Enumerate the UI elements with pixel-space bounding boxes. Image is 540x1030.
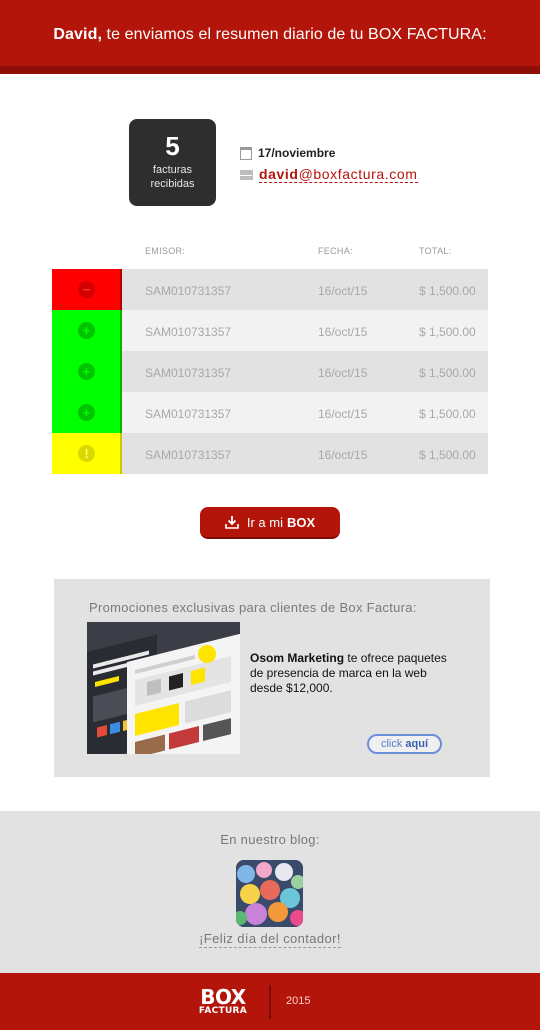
table-row[interactable]: + SAM010731357 16/oct/15 $ 1,500.00 [52,351,488,392]
calendar-icon [240,146,252,160]
go-to-box-label-bold: BOX [286,514,316,530]
row-cells: SAM010731357 16/oct/15 $ 1,500.00 [122,310,488,351]
valid-status-icon: + [78,322,95,339]
footer-bar: BOX FACTURA 2015 [0,973,540,1030]
promo-image[interactable] [87,622,240,754]
column-header-total: TOTAL: [419,246,452,256]
table-row[interactable]: − SAM010731357 16/oct/15 $ 1,500.00 [52,269,488,310]
cupcakes-image [236,860,303,927]
blog-thumbnail[interactable] [236,860,303,927]
status-cell: ! [52,433,122,474]
cell-fecha: 16/oct/15 [318,325,368,339]
promo-section: Promociones exclusivas para clientes de … [54,579,490,777]
cell-emisor: SAM010731357 [145,284,232,298]
recipient-name: David, [53,26,102,43]
cell-fecha: 16/oct/15 [318,284,368,298]
header-shadow [0,66,540,74]
promo-title: Promociones exclusivas para clientes de … [89,600,417,615]
status-cell: + [52,310,122,351]
go-to-box-button[interactable]: Ir a mi BOX [200,507,340,539]
status-cell: + [52,351,122,392]
cell-emisor: SAM010731357 [145,366,232,380]
promo-link-bold: aquí [405,738,429,750]
summary-email: david@boxfactura.com [240,166,418,183]
cell-fecha: 16/oct/15 [318,366,368,380]
rejected-status-icon: − [78,281,95,298]
header-message-text: te enviamos el resumen diario de tu BOX … [102,26,487,43]
email-user: david [259,166,299,182]
summary-date: 17/noviembre [240,146,335,160]
header-message: David, te enviamos el resumen diario de … [0,26,540,44]
cell-emisor: SAM010731357 [145,325,232,339]
warning-status-icon: ! [78,445,95,462]
status-cell: − [52,269,122,310]
download-icon [225,516,239,529]
promo-brand: Osom Marketing [250,651,345,665]
blog-post-link[interactable]: ¡Feliz día del contador! [0,931,540,948]
promo-mockup-image [87,622,240,754]
cell-total: $ 1,500.00 [419,407,476,421]
table-row[interactable]: + SAM010731357 16/oct/15 $ 1,500.00 [52,392,488,433]
blog-title: En nuestro blog: [220,832,320,847]
cell-total: $ 1,500.00 [419,284,476,298]
column-header-emisor: EMISOR: [145,246,186,256]
row-cells: SAM010731357 16/oct/15 $ 1,500.00 [122,433,488,474]
cell-fecha: 16/oct/15 [318,407,368,421]
blog-post-title: ¡Feliz día del contador! [199,931,341,948]
logo-box-text: BOX [200,985,246,1009]
cell-emisor: SAM010731357 [145,407,232,421]
row-cells: SAM010731357 16/oct/15 $ 1,500.00 [122,392,488,433]
column-header-fecha: FECHA: [318,246,353,256]
header-bar: David, te enviamos el resumen diario de … [0,0,540,74]
valid-status-icon: + [78,363,95,380]
cell-total: $ 1,500.00 [419,325,476,339]
invoice-count-label-line1: facturas [152,164,193,176]
cell-total: $ 1,500.00 [419,448,476,462]
valid-status-icon: + [78,404,95,421]
blog-section: En nuestro blog: ¡Feliz día del contador… [0,811,540,973]
invoice-count-tile: 5 facturas recibidas [129,119,216,206]
row-cells: SAM010731357 16/oct/15 $ 1,500.00 [122,351,488,392]
cell-fecha: 16/oct/15 [318,448,368,462]
cell-emisor: SAM010731357 [145,448,232,462]
cell-total: $ 1,500.00 [419,366,476,380]
logo-factura-text: FACTURA [198,1006,248,1016]
summary-date-text: 17/noviembre [258,146,336,160]
envelope-icon [240,169,253,180]
box-factura-logo[interactable]: BOX FACTURA [195,987,251,1016]
table-row[interactable]: ! SAM010731357 16/oct/15 $ 1,500.00 [52,433,488,474]
invoice-count-label-line2: recibidas [150,178,195,190]
table-row[interactable]: + SAM010731357 16/oct/15 $ 1,500.00 [52,310,488,351]
invoice-count: 5 [165,131,180,161]
promo-description: Osom Marketing te ofrece paquetes de pre… [250,651,450,696]
promo-click-button[interactable]: click aquí [367,734,442,754]
row-cells: SAM010731357 16/oct/15 $ 1,500.00 [122,269,488,310]
footer-year: 2015 [286,995,311,1007]
go-to-box-label: Ir a mi [246,514,283,530]
promo-link-prefix: click [380,738,406,750]
email-link[interactable]: david@boxfactura.com [259,166,418,183]
email-domain: @boxfactura.com [298,166,418,182]
status-cell: + [52,392,122,433]
footer-divider [269,985,271,1019]
